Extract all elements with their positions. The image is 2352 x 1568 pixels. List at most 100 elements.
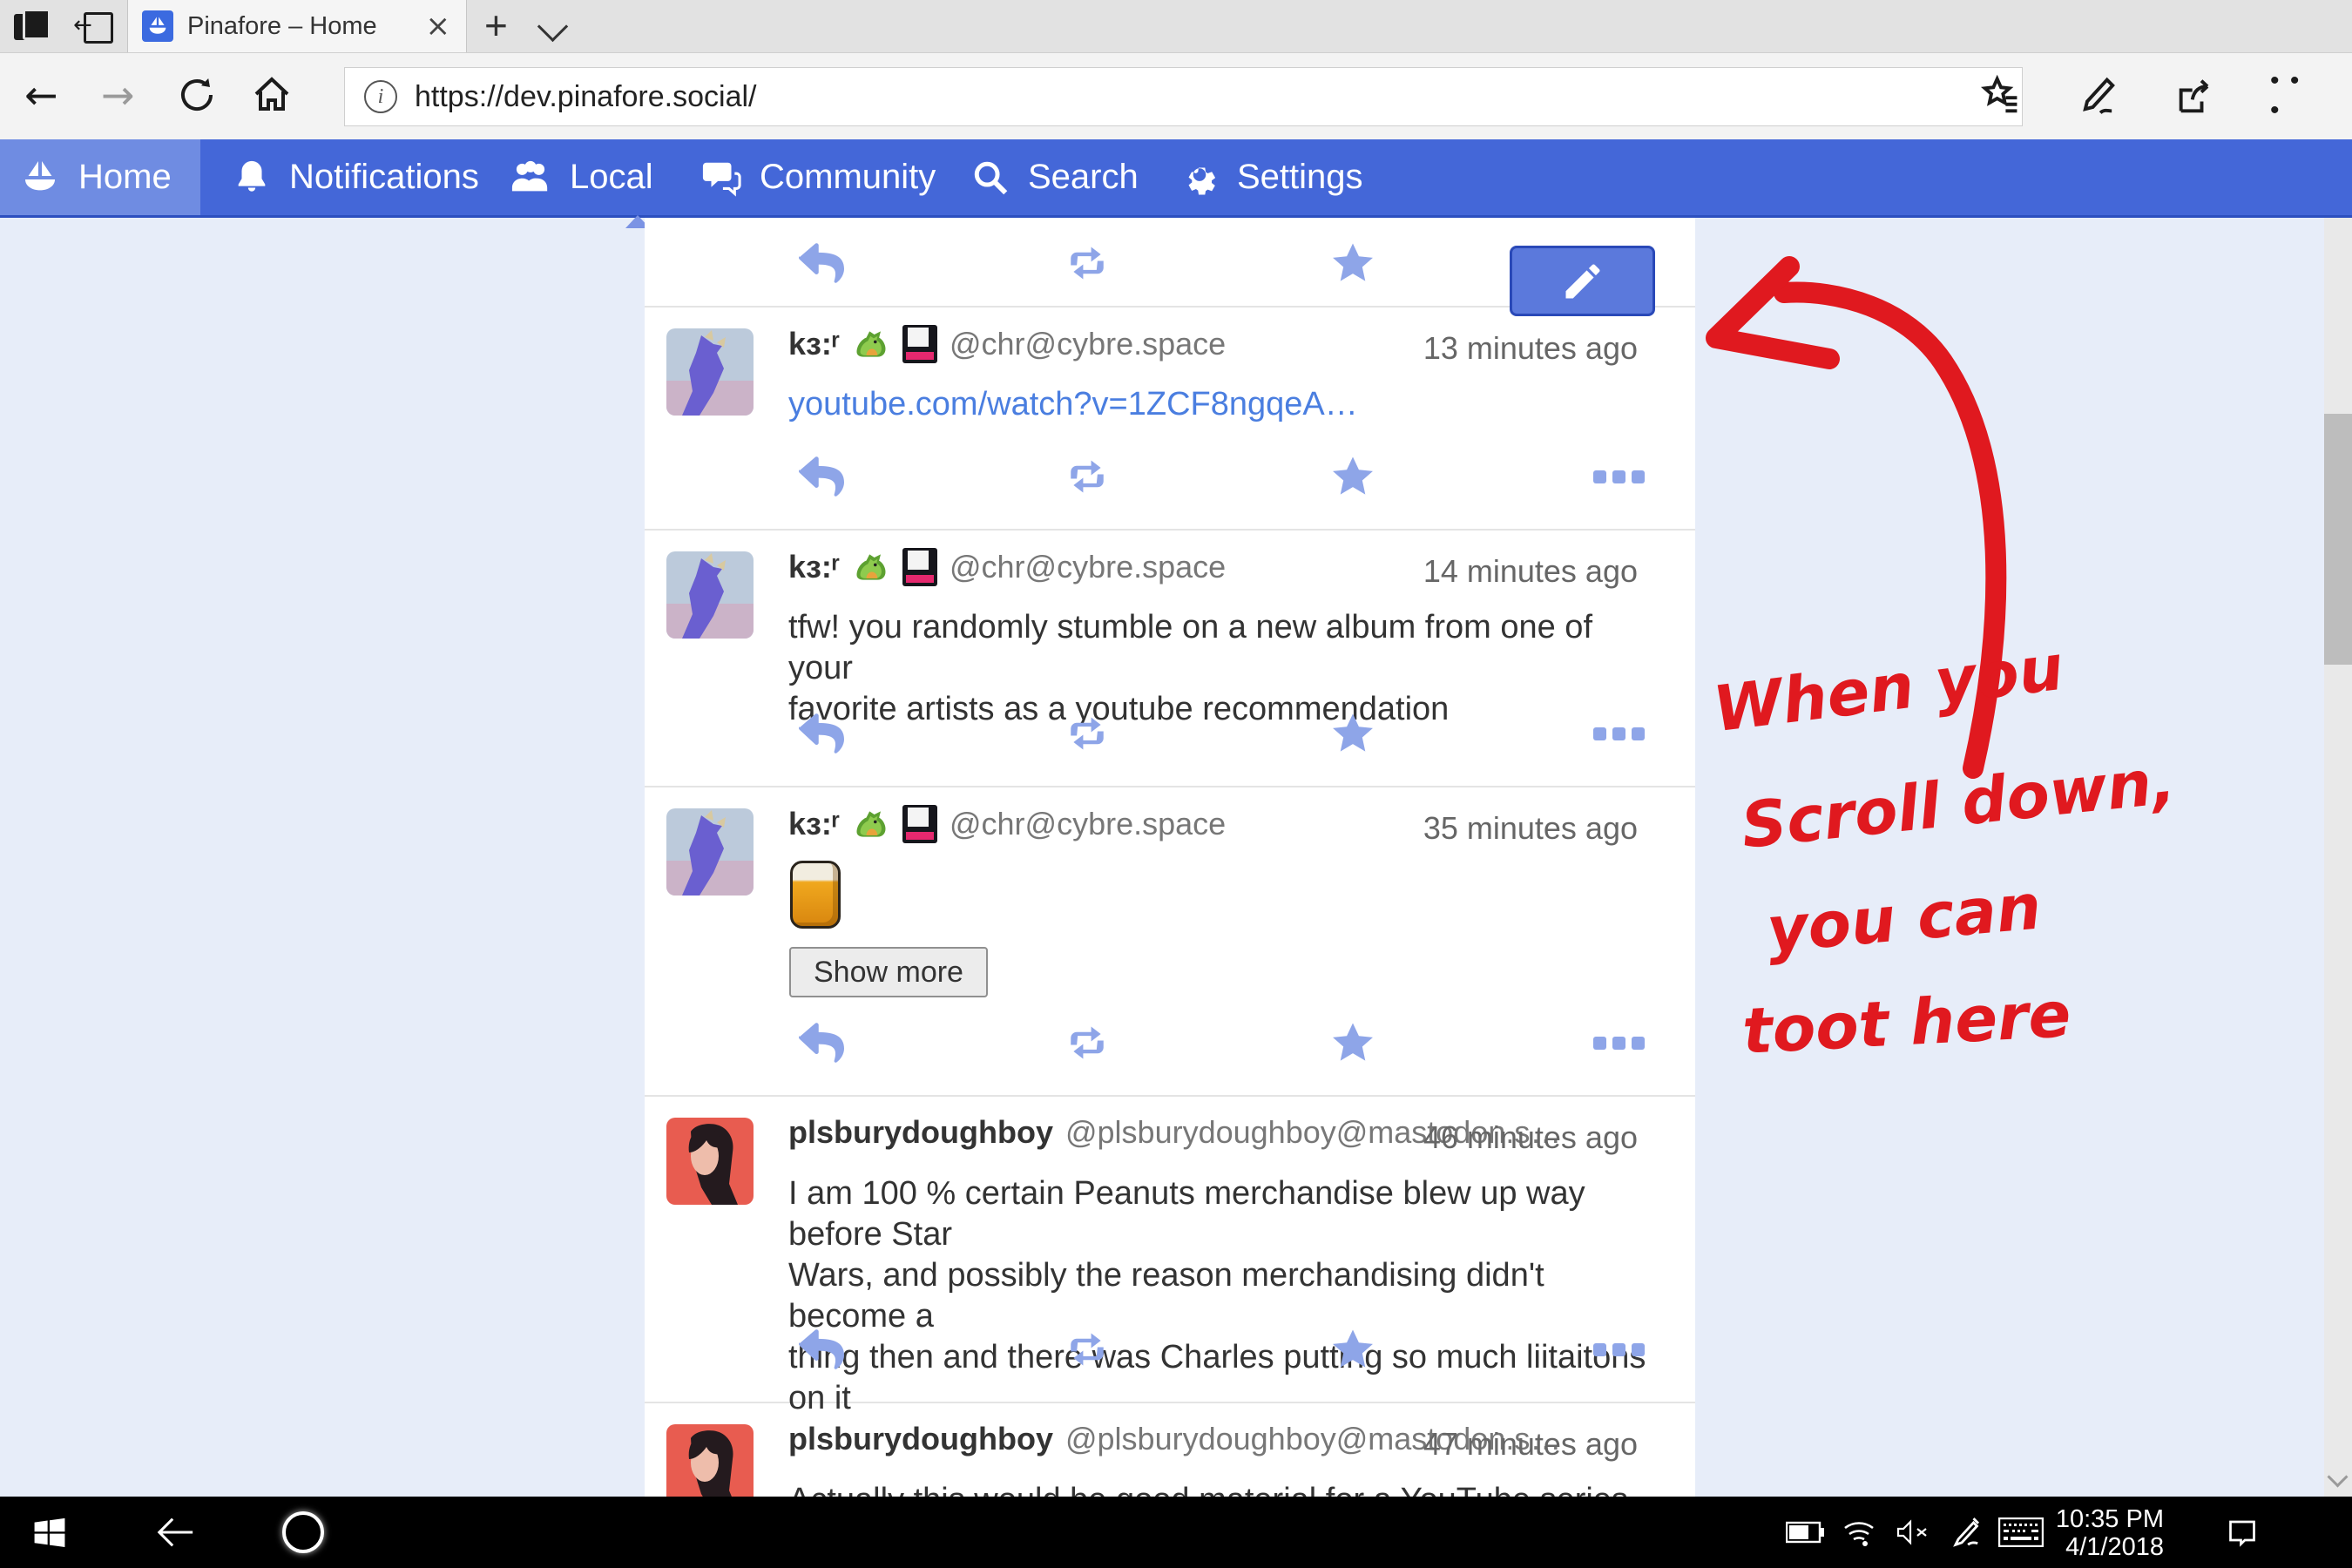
refresh-button[interactable] — [176, 74, 218, 125]
account-handle[interactable]: @chr@cybre.space — [950, 549, 1226, 585]
boost-icon[interactable] — [1057, 450, 1118, 503]
avatar[interactable] — [666, 551, 754, 639]
users-icon — [509, 158, 552, 198]
favorite-icon[interactable] — [1322, 1323, 1383, 1375]
toot-actions — [645, 1017, 1695, 1069]
scrollbar-thumb[interactable] — [2324, 414, 2352, 665]
display-name[interactable]: plsburydoughboy — [788, 1421, 1053, 1457]
share-icon[interactable] — [2173, 72, 2220, 119]
taskbar-back-icon[interactable] — [150, 1497, 202, 1568]
action-center-icon[interactable] — [2216, 1497, 2268, 1568]
nav-item-local[interactable]: Local — [490, 139, 672, 215]
dragon-emoji-icon — [852, 805, 890, 843]
boost-icon[interactable] — [1057, 1017, 1118, 1069]
volume-muted-icon[interactable] — [1889, 1497, 1937, 1568]
windows-start-icon[interactable] — [26, 1497, 73, 1568]
reply-icon[interactable] — [791, 450, 852, 503]
dragon-emoji-icon — [852, 548, 890, 586]
nav-item-settings[interactable]: Settings — [1160, 139, 1382, 215]
toot-actions — [645, 450, 1695, 503]
avatar[interactable] — [666, 328, 754, 416]
new-tab-button[interactable]: + — [484, 2, 508, 49]
favorite-icon[interactable] — [1322, 1017, 1383, 1069]
account-handle[interactable]: @chr@cybre.space — [950, 806, 1226, 842]
toot-timestamp[interactable]: 46 minutes ago — [1423, 1119, 1638, 1156]
browser-address-bar: ← → i https://dev.pinafore.social/ • • • — [0, 53, 2352, 139]
avatar[interactable] — [666, 1118, 754, 1205]
home-button[interactable] — [251, 74, 293, 125]
toot-timestamp[interactable]: 47 minutes ago — [1423, 1426, 1638, 1463]
scrollbar-down-arrow-icon[interactable] — [2327, 1466, 2348, 1487]
display-name[interactable]: kз:ʳ — [788, 806, 840, 842]
compose-button[interactable] — [1510, 246, 1655, 316]
toot-partial-bottom[interactable]: plsburydoughboy @plsburydoughboy@mastodo… — [645, 1403, 1695, 1497]
floppy-stripe — [906, 832, 934, 840]
touch-keyboard-icon[interactable] — [1993, 1497, 2049, 1568]
drink-emoji-icon — [790, 861, 841, 929]
nav-item-home[interactable]: Home — [0, 139, 200, 215]
show-more-button[interactable]: Show more — [789, 947, 988, 997]
toot-timestamp[interactable]: 14 minutes ago — [1423, 553, 1638, 590]
site-info-icon[interactable]: i — [364, 80, 397, 113]
toot-timestamp[interactable]: 35 minutes ago — [1423, 810, 1638, 847]
nav-label: Search — [1028, 158, 1139, 197]
settings-more-icon[interactable]: • • • — [2270, 72, 2317, 119]
set-aside-tabs-icon[interactable] — [14, 9, 52, 44]
nav-item-notifications[interactable]: Notifications — [213, 139, 498, 215]
avatar[interactable] — [666, 808, 754, 896]
tab-title: Pinafore – Home — [187, 12, 419, 41]
toot[interactable]: kз:ʳ @chr@cybre.space 14 minutes ago tfw… — [645, 531, 1695, 787]
boost-icon[interactable] — [1057, 707, 1118, 760]
toot[interactable]: kз:ʳ @chr@cybre.space 35 minutes ago Sho… — [645, 787, 1695, 1097]
reply-icon[interactable] — [791, 1323, 852, 1375]
reply-icon[interactable] — [791, 1017, 852, 1069]
url-field[interactable]: i https://dev.pinafore.social/ — [344, 67, 2023, 126]
toot-text: Actually this would be good material for… — [788, 1480, 1659, 1497]
nav-label: Community — [760, 158, 936, 197]
reply-icon[interactable] — [791, 237, 852, 289]
boost-icon[interactable] — [1057, 1323, 1118, 1375]
battery-icon[interactable] — [1781, 1497, 1829, 1568]
taskbar-clock[interactable]: 10:35 PM 4/1/2018 — [2056, 1505, 2164, 1561]
toot-link[interactable]: youtube.com/watch?v=1ZCF8ngqeA… — [788, 384, 1659, 425]
web-note-pen-icon[interactable] — [2075, 72, 2122, 119]
restore-tabs-icon[interactable]: ← — [75, 9, 113, 44]
wifi-icon[interactable] — [1835, 1497, 1883, 1568]
toot[interactable]: plsburydoughboy @plsburydoughboy@mastodo… — [645, 1097, 1695, 1403]
display-name[interactable]: kз:ʳ — [788, 326, 840, 362]
toot-timestamp[interactable]: 13 minutes ago — [1423, 330, 1638, 367]
browser-toolbar-right: • • • — [1977, 65, 2317, 126]
more-options-icon[interactable] — [1588, 707, 1649, 760]
boost-icon[interactable] — [1057, 237, 1118, 289]
display-name[interactable]: plsburydoughboy — [788, 1114, 1053, 1151]
nav-item-community[interactable]: Community — [681, 139, 955, 215]
nav-label: Settings — [1237, 158, 1363, 197]
page-scrollbar[interactable] — [2324, 218, 2352, 1497]
timeline: kз:ʳ @chr@cybre.space 13 minutes ago you… — [645, 218, 1695, 1497]
pinafore-favicon-icon — [142, 10, 173, 42]
floppy-label — [908, 808, 929, 827]
pen-icon[interactable] — [1941, 1497, 1990, 1568]
back-button[interactable]: ← — [24, 72, 58, 118]
nav-item-search[interactable]: Search — [951, 139, 1158, 215]
cortana-icon[interactable] — [277, 1497, 329, 1568]
account-handle[interactable]: @chr@cybre.space — [950, 326, 1226, 362]
floppy-stripe — [906, 352, 934, 360]
more-options-icon[interactable] — [1588, 1017, 1649, 1069]
favorites-hub-icon[interactable] — [1977, 72, 2024, 119]
tab-close-icon[interactable]: × — [426, 9, 451, 44]
favorite-icon[interactable] — [1322, 707, 1383, 760]
more-options-icon[interactable] — [1588, 1323, 1649, 1375]
forward-button[interactable]: → — [101, 72, 135, 118]
floppy-disk-emoji-icon — [902, 805, 937, 843]
tab-list-chevron-icon[interactable] — [537, 11, 568, 42]
more-options-icon[interactable] — [1588, 450, 1649, 503]
display-name[interactable]: kз:ʳ — [788, 549, 840, 585]
favorite-icon[interactable] — [1322, 237, 1383, 289]
avatar[interactable] — [666, 1424, 754, 1497]
reply-icon[interactable] — [791, 707, 852, 760]
browser-tab[interactable]: Pinafore – Home × — [127, 0, 467, 52]
toot-actions — [645, 1323, 1695, 1375]
toot[interactable]: kз:ʳ @chr@cybre.space 13 minutes ago you… — [645, 308, 1695, 531]
favorite-icon[interactable] — [1322, 450, 1383, 503]
